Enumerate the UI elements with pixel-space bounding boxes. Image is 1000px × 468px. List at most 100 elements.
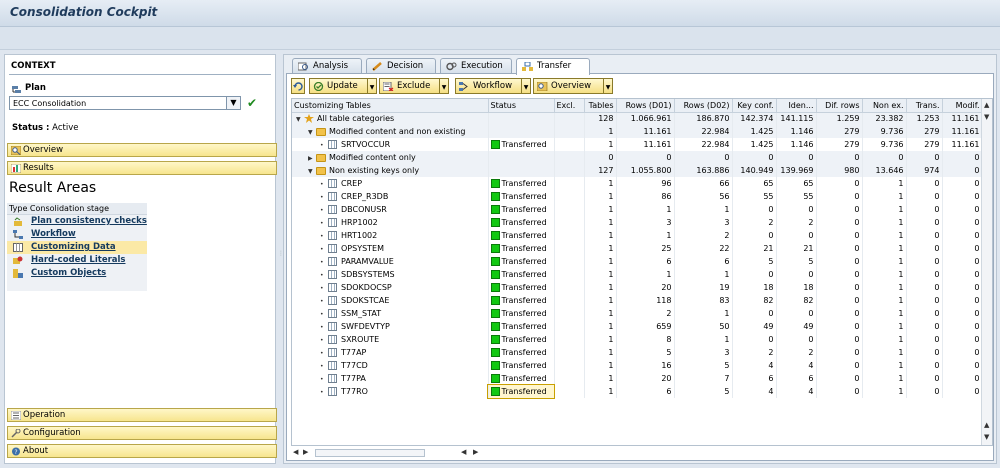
tree-cell[interactable]: ▼ All table categories xyxy=(292,112,489,125)
tree-cell[interactable]: • T77AP xyxy=(292,346,489,359)
status-cell[interactable]: Transferred xyxy=(488,177,555,190)
exclude-cell[interactable] xyxy=(554,164,585,177)
exclude-cell[interactable] xyxy=(554,242,585,255)
refresh-button[interactable] xyxy=(291,78,305,94)
status-cell[interactable]: Transferred xyxy=(488,294,555,307)
status-cell[interactable] xyxy=(488,151,555,164)
result-area-plan-consistency-checks[interactable]: Plan consistency checks xyxy=(7,215,147,228)
scroll-down-icon[interactable]: ▼ xyxy=(984,433,989,441)
scroll-down-icon[interactable]: ▼ xyxy=(984,113,989,121)
table-row[interactable]: ▶ Modified content only 0 0 0 0 0 0 0 0 0 xyxy=(292,151,983,164)
scroll-left-icon[interactable]: ◀ xyxy=(461,448,466,456)
exclude-cell[interactable] xyxy=(554,229,585,242)
table-row[interactable]: • HRP1002 Transferred 1 3 3 2 2 0 1 0 0 xyxy=(292,216,983,229)
status-cell[interactable]: Transferred xyxy=(488,203,555,216)
update-dropdown-icon[interactable]: ▼ xyxy=(367,79,376,93)
tree-cell[interactable]: ▼ Non existing keys only xyxy=(292,164,489,177)
tree-cell[interactable]: • CREP_R3DB xyxy=(292,190,489,203)
confirm-check-icon[interactable]: ✔ xyxy=(243,95,261,111)
exclude-cell[interactable] xyxy=(554,320,585,333)
tree-cell[interactable]: • HRP1002 xyxy=(292,216,489,229)
tab-execution[interactable]: Execution xyxy=(440,58,512,74)
nav-configuration-button[interactable]: Configuration xyxy=(7,426,277,440)
status-cell[interactable]: Transferred xyxy=(488,229,555,242)
tree-cell[interactable]: ▶ Modified content only xyxy=(292,151,489,164)
status-cell[interactable]: Transferred xyxy=(488,359,555,372)
status-cell[interactable] xyxy=(488,164,555,177)
table-row[interactable]: • PARAMVALUE Transferred 1 6 6 5 5 0 1 0 0 xyxy=(292,255,983,268)
scroll-right-icon[interactable]: ▶ xyxy=(473,448,478,456)
column-header[interactable]: Dif. rows xyxy=(816,99,863,113)
status-cell[interactable]: Transferred xyxy=(488,242,555,255)
scroll-right-icon[interactable]: ▶ xyxy=(303,448,308,456)
tree-cell[interactable]: • SSM_STAT xyxy=(292,307,489,320)
exclude-cell[interactable] xyxy=(554,385,585,398)
status-cell[interactable]: Transferred xyxy=(487,384,555,399)
tree-cell[interactable]: • SDOKSTCAE xyxy=(292,294,489,307)
table-row[interactable]: • T77PA Transferred 1 20 7 6 6 0 1 0 0 xyxy=(292,372,983,385)
column-header[interactable]: Trans. xyxy=(906,99,943,113)
status-cell[interactable]: Transferred xyxy=(488,281,555,294)
table-row[interactable]: • SDBSYSTEMS Transferred 1 1 1 0 0 0 1 0 0 xyxy=(292,268,983,281)
table-row[interactable]: • SXROUTE Transferred 1 8 1 0 0 0 1 0 0 xyxy=(292,333,983,346)
nav-about-button[interactable]: ? About xyxy=(7,444,277,458)
plan-select[interactable]: ECC Consolidation ▼ xyxy=(9,96,241,110)
expand-icon[interactable]: ▼ xyxy=(308,168,316,175)
status-cell[interactable]: Transferred xyxy=(488,372,555,385)
exclude-cell[interactable] xyxy=(554,281,585,294)
column-header[interactable]: Iden... xyxy=(776,99,817,113)
table-row[interactable]: • SDOKDOCSP Transferred 1 20 19 18 18 0 1 0 0 xyxy=(292,281,983,294)
chevron-down-icon[interactable]: ▼ xyxy=(226,97,240,109)
exclude-cell[interactable] xyxy=(554,151,585,164)
column-header[interactable]: Customizing Tables xyxy=(292,99,489,113)
update-button[interactable]: Update ▼ xyxy=(309,78,377,94)
vertical-scrollbar[interactable]: ▲ ▼ ▲ ▼ xyxy=(981,99,992,445)
tree-cell[interactable]: • T77PA xyxy=(292,372,489,385)
table-row[interactable]: • T77AP Transferred 1 5 3 2 2 0 1 0 0 xyxy=(292,346,983,359)
nav-operation-button[interactable]: Operation xyxy=(7,408,277,422)
column-header[interactable]: Rows (D02) xyxy=(674,99,733,113)
table-row[interactable]: • SSM_STAT Transferred 1 2 1 0 0 0 1 0 0 xyxy=(292,307,983,320)
nav-results-button[interactable]: Results xyxy=(7,161,277,175)
exclude-cell[interactable] xyxy=(554,268,585,281)
table-row[interactable]: • OPSYSTEM Transferred 1 25 22 21 21 0 1 0 0 xyxy=(292,242,983,255)
exclude-cell[interactable] xyxy=(554,294,585,307)
status-cell[interactable]: Transferred xyxy=(488,333,555,346)
status-cell[interactable]: Transferred xyxy=(488,268,555,281)
column-header[interactable]: Key conf. xyxy=(732,99,777,113)
column-header[interactable]: Non ex. xyxy=(862,99,907,113)
result-area-workflow[interactable]: Workflow xyxy=(7,228,147,241)
table-row[interactable]: ▼ Modified content and non existing 1 11.16… xyxy=(292,125,983,138)
exclude-cell[interactable] xyxy=(554,190,585,203)
overview-dropdown-icon[interactable]: ▼ xyxy=(603,79,612,93)
status-cell[interactable]: Transferred xyxy=(488,216,555,229)
tree-cell[interactable]: • SDOKDOCSP xyxy=(292,281,489,294)
table-row[interactable]: ▼ Non existing keys only 127 1.055.800 163.8… xyxy=(292,164,983,177)
scroll-left-icon[interactable]: ◀ xyxy=(293,448,298,456)
column-header[interactable]: Tables xyxy=(584,99,617,113)
tree-cell[interactable]: • SWFDEVTYP xyxy=(292,320,489,333)
expand-icon[interactable]: ▼ xyxy=(296,116,304,123)
table-row[interactable]: • DBCONUSR Transferred 1 1 1 0 0 0 1 0 0 xyxy=(292,203,983,216)
result-area-customizing-data[interactable]: Customizing Data xyxy=(7,241,147,254)
exclude-cell[interactable] xyxy=(554,372,585,385)
scroll-up-icon[interactable]: ▲ xyxy=(984,421,989,429)
status-cell[interactable]: Transferred xyxy=(488,346,555,359)
tree-cell[interactable]: • CREP xyxy=(292,177,489,190)
exclude-cell[interactable] xyxy=(554,216,585,229)
status-cell[interactable] xyxy=(488,125,555,138)
table-row[interactable]: ▼ All table categories 128 1.066.961 186.870… xyxy=(292,112,983,125)
exclude-cell[interactable] xyxy=(554,359,585,372)
table-row[interactable]: • T77RO Transferred 1 6 5 4 4 0 1 0 0 xyxy=(292,384,983,399)
table-row[interactable]: • T77CD Transferred 1 16 5 4 4 0 1 0 0 xyxy=(292,359,983,372)
exclude-cell[interactable] xyxy=(554,255,585,268)
tree-cell[interactable]: • PARAMVALUE xyxy=(292,255,489,268)
result-area-hard-coded-literals[interactable]: Hard-coded Literals xyxy=(7,254,147,267)
overview-button[interactable]: Overview ▼ xyxy=(533,78,613,94)
tree-cell[interactable]: • T77RO xyxy=(292,385,489,398)
table-row[interactable]: • SDOKSTCAE Transferred 1 118 83 82 82 0 1 0 0 xyxy=(292,294,983,307)
tab-decision[interactable]: Decision xyxy=(366,58,436,74)
workflow-dropdown-icon[interactable]: ▼ xyxy=(521,79,530,93)
nav-overview-button[interactable]: Overview xyxy=(7,143,277,157)
panel-splitter[interactable]: ⋮ xyxy=(278,250,284,270)
